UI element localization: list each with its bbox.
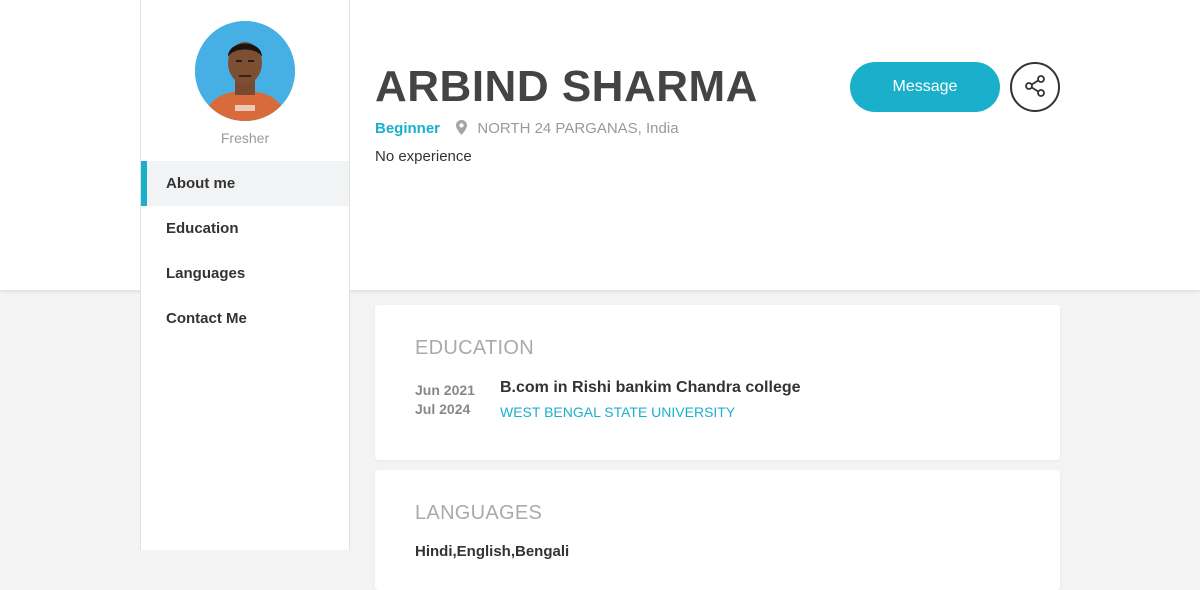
- education-degree: B.com in Rishi bankim Chandra college: [500, 379, 801, 396]
- profile-meta: Beginner NORTH 24 PARGANAS, India: [375, 120, 679, 139]
- languages-heading: LANGUAGES: [415, 502, 543, 524]
- education-institution: WEST BENGAL STATE UNIVERSITY: [500, 404, 736, 420]
- education-start-date: Jun 2021: [415, 382, 475, 398]
- location-pin-icon: [456, 120, 468, 139]
- education-card: EDUCATION Jun 2021 Jul 2024 B.com in Ris…: [375, 305, 1060, 460]
- languages-card: LANGUAGES Hindi,English,Bengali: [375, 470, 1060, 590]
- share-button[interactable]: [1010, 62, 1060, 112]
- avatar-photo: [195, 21, 295, 121]
- share-icon: [1023, 74, 1047, 101]
- sidebar-item-contact-me[interactable]: Contact Me: [141, 296, 349, 341]
- profile-sidebar: Fresher About me Education Languages Con…: [140, 0, 350, 550]
- message-button[interactable]: Message: [850, 62, 1000, 112]
- sidebar-nav: About me Education Languages Contact Me: [141, 161, 349, 341]
- languages-list: Hindi,English,Bengali: [415, 543, 570, 560]
- experience-level-badge: Beginner: [375, 120, 441, 137]
- avatar: [195, 21, 295, 121]
- education-heading: EDUCATION: [415, 337, 534, 359]
- sidebar-item-education[interactable]: Education: [141, 206, 349, 251]
- profile-location: NORTH 24 PARGANAS, India: [477, 120, 679, 137]
- sidebar-item-languages[interactable]: Languages: [141, 251, 349, 296]
- sidebar-item-about-me[interactable]: About me: [141, 161, 349, 206]
- profile-experience: No experience: [375, 148, 472, 165]
- education-end-date: Jul 2024: [415, 401, 471, 417]
- profile-name: ARBIND SHARMA: [375, 62, 758, 111]
- profile-role: Fresher: [220, 130, 270, 146]
- education-dates: Jun 2021 Jul 2024: [415, 381, 475, 419]
